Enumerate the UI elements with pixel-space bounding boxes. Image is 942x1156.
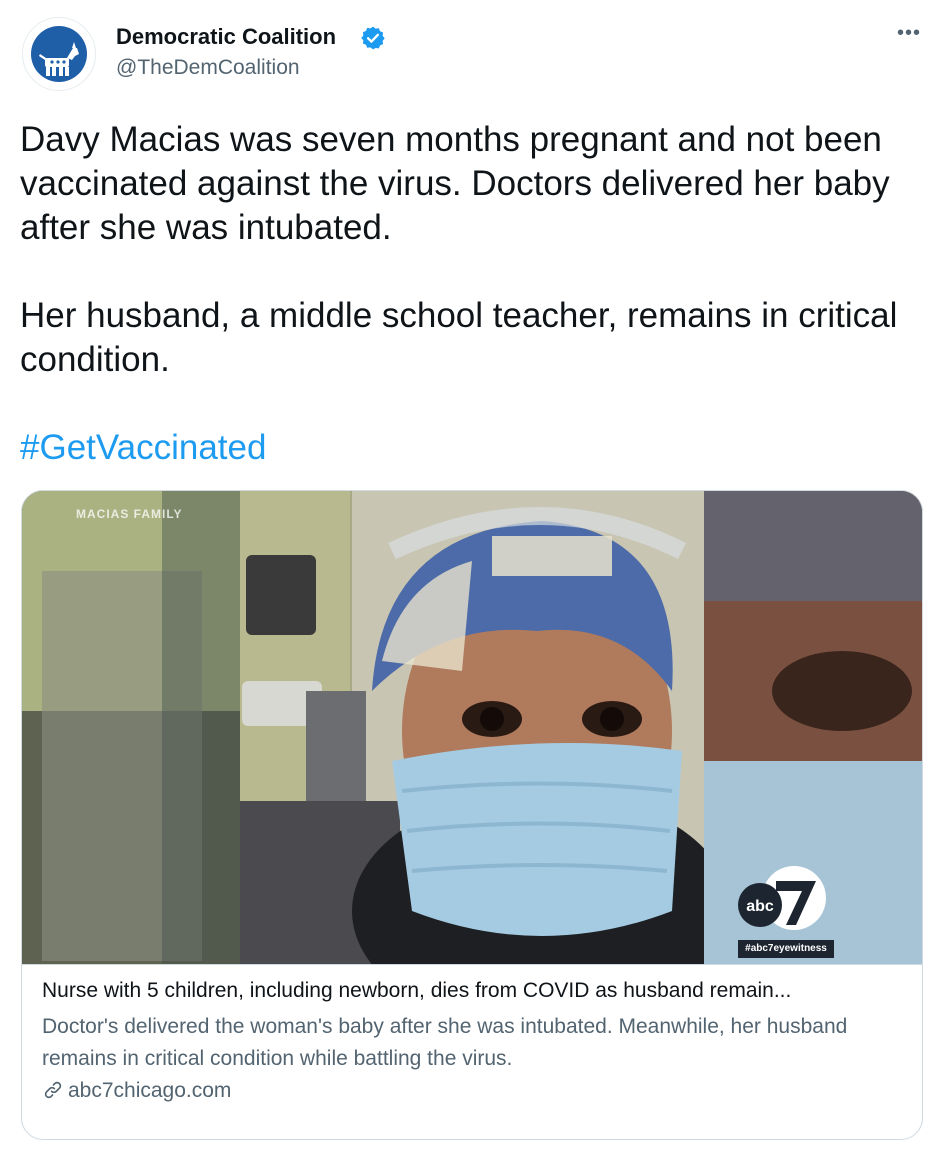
verified-badge-icon (361, 26, 385, 50)
svg-text:abc: abc (746, 898, 774, 915)
card-image[interactable]: MACIAS FAMILY abc #abc7eyewitness (22, 491, 922, 964)
card-info[interactable]: Nurse with 5 children, including newborn… (22, 964, 922, 1139)
tweet-paragraph: Her husband, a middle school teacher, re… (20, 296, 898, 379)
card-domain-text: abc7chicago.com (68, 1079, 232, 1102)
avatar[interactable] (22, 17, 96, 91)
link-card[interactable]: MACIAS FAMILY abc #abc7eyewitness Nurse … (21, 490, 923, 1140)
card-description: Doctor's delivered the woman's baby afte… (42, 1015, 848, 1070)
donkey-icon (39, 42, 79, 76)
card-title[interactable]: Nurse with 5 children, including newborn… (42, 979, 904, 1003)
image-caption: MACIAS FAMILY (76, 507, 183, 521)
tweet-text: Davy Macias was seven months pregnant an… (20, 118, 932, 470)
display-name[interactable]: Democratic Coalition (116, 24, 336, 50)
tweet: Democratic Coalition @TheDemCoalition ••… (0, 0, 942, 1156)
hashtag-link[interactable]: #GetVaccinated (20, 428, 266, 467)
handle[interactable]: @TheDemCoalition (116, 56, 300, 80)
abc7-logo: abc (738, 866, 826, 930)
card-domain[interactable]: abc7chicago.com (42, 1079, 231, 1103)
abc7-hashtag-badge: #abc7eyewitness (738, 940, 834, 958)
link-icon (44, 1081, 62, 1099)
tweet-paragraph: Davy Macias was seven months pregnant an… (20, 120, 890, 247)
more-options-icon[interactable]: ••• (894, 22, 924, 52)
